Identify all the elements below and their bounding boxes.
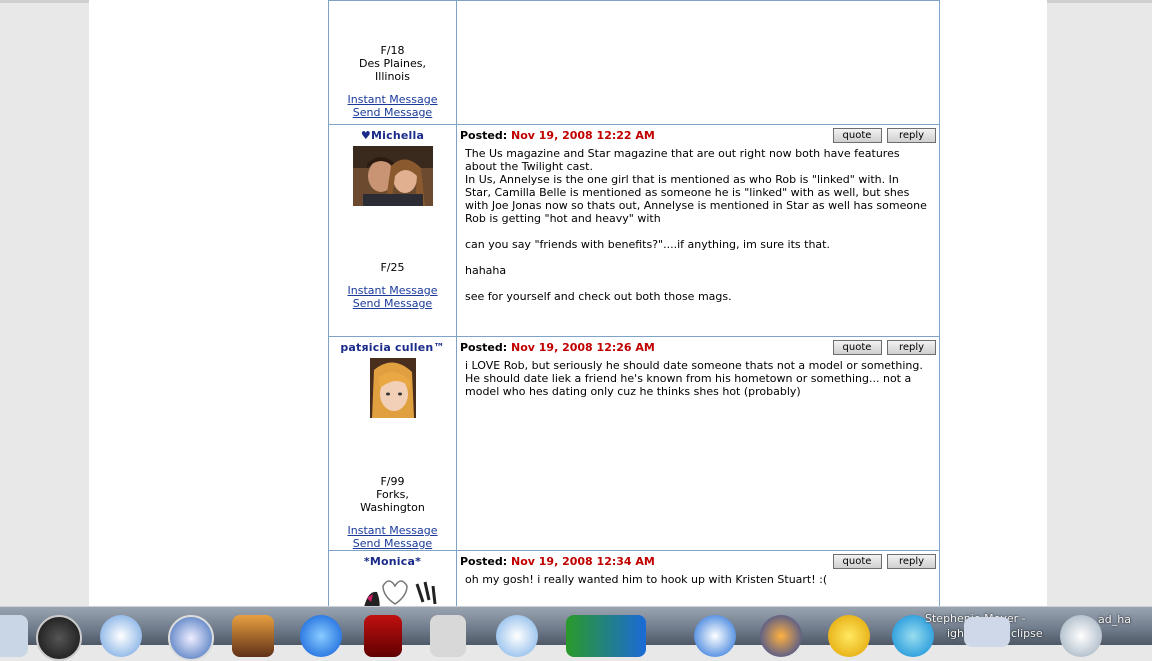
posts-table: F/18 Des Plaines, Illinois Instant Messa… — [328, 0, 940, 606]
dashboard-icon[interactable] — [36, 615, 82, 661]
avatar[interactable] — [342, 572, 443, 606]
post-user-cell: F/18 Des Plaines, Illinois Instant Messa… — [328, 0, 457, 125]
user-location: Forks, — [376, 488, 409, 501]
quote-button[interactable]: quote — [832, 340, 882, 355]
mail-icon[interactable] — [496, 615, 538, 657]
post-row: *Monica* Posted: Nov 19, 2008 12:34 AM q… — [328, 550, 940, 606]
post-user-cell: patяicia cullen™ F/99 Forks, Washington … — [328, 336, 457, 551]
user-gender-age: F/99 — [380, 475, 405, 488]
username[interactable]: patяicia cullen™ — [329, 341, 456, 354]
username[interactable]: *Monica* — [329, 555, 456, 568]
itunes-icon[interactable] — [100, 615, 142, 657]
movie-icon[interactable] — [364, 615, 402, 657]
posted-label: Posted: — [460, 129, 508, 142]
forum-thread: F/18 Des Plaines, Illinois Instant Messa… — [328, 0, 940, 606]
post-date: Nov 19, 2008 12:26 AM — [511, 341, 655, 354]
instant-message-link[interactable]: Instant Message — [329, 524, 456, 537]
post-user-cell: ♥Michella F/25 Instant Message Send Mess… — [328, 124, 457, 337]
post-message-cell: Posted: Nov 19, 2008 12:22 AM quote repl… — [456, 124, 940, 337]
dock-window-label[interactable]: ad_ha — [1098, 613, 1131, 626]
user-meta: F/99 Forks, Washington — [329, 475, 456, 514]
ichat-icon[interactable] — [300, 615, 342, 657]
send-message-link[interactable]: Send Message — [329, 106, 456, 119]
reply-button[interactable]: reply — [887, 340, 936, 355]
dock: Stephenie Meyer - ight clipse ad_ha — [0, 606, 1152, 661]
reply-button[interactable]: reply — [887, 554, 936, 569]
username[interactable]: ♥Michella — [329, 129, 456, 142]
post-message-cell — [456, 0, 940, 125]
post-header: Posted: Nov 19, 2008 12:34 AM quote repl… — [457, 554, 939, 570]
mail-at-icon[interactable] — [1060, 615, 1102, 657]
limewire-icon[interactable] — [566, 615, 646, 657]
post-date: Nov 19, 2008 12:34 AM — [511, 555, 655, 568]
post-message-cell: Posted: Nov 19, 2008 12:34 AM quote repl… — [456, 550, 940, 606]
post-row: F/18 Des Plaines, Illinois Instant Messa… — [328, 0, 940, 125]
dock-window-label[interactable]: clipse — [1011, 627, 1043, 640]
post-row: ♥Michella F/25 Instant Message Send Mess… — [328, 124, 940, 337]
posted-label: Posted: — [460, 555, 508, 568]
photo-icon[interactable] — [232, 615, 274, 657]
quote-button[interactable]: quote — [832, 128, 882, 143]
user-location: Des Plaines, — [359, 57, 426, 70]
post-row: patяicia cullen™ F/99 Forks, Washington … — [328, 336, 940, 551]
user-location: Washington — [360, 501, 425, 514]
instant-message-link[interactable]: Instant Message — [329, 93, 456, 106]
safari-icon[interactable] — [168, 615, 214, 661]
quote-button[interactable]: quote — [832, 554, 882, 569]
posted-line: Posted: Nov 19, 2008 12:22 AM — [460, 129, 655, 142]
post-body: The Us magazine and Star magazine that a… — [465, 147, 927, 303]
posted-line: Posted: Nov 19, 2008 12:26 AM — [460, 341, 655, 354]
user-location: Illinois — [375, 70, 410, 83]
posted-label: Posted: — [460, 341, 508, 354]
instant-message-link[interactable]: Instant Message — [329, 284, 456, 297]
post-user-cell: *Monica* — [328, 550, 457, 606]
post-actions: quote reply — [831, 340, 936, 355]
post-actions: quote reply — [831, 128, 936, 143]
post-actions: quote reply — [831, 554, 936, 569]
finder-icon[interactable] — [0, 615, 28, 657]
firefox-icon[interactable] — [760, 615, 802, 657]
user-gender-age: F/25 — [380, 261, 405, 274]
post-body: i LOVE Rob, but seriously he should date… — [465, 359, 927, 398]
post-message-cell: Posted: Nov 19, 2008 12:26 AM quote repl… — [456, 336, 940, 551]
avatar[interactable] — [369, 358, 416, 418]
app-icon[interactable] — [694, 615, 736, 657]
system-preferences-icon[interactable] — [430, 615, 466, 657]
window-thumbnail-icon[interactable] — [964, 617, 1010, 647]
reply-button[interactable]: reply — [887, 128, 936, 143]
user-meta: F/25 — [329, 261, 456, 274]
post-header: Posted: Nov 19, 2008 12:22 AM quote repl… — [457, 128, 939, 144]
posted-line: Posted: Nov 19, 2008 12:34 AM — [460, 555, 655, 568]
post-date: Nov 19, 2008 12:22 AM — [511, 129, 655, 142]
send-message-link[interactable]: Send Message — [329, 297, 456, 310]
user-meta: F/18 Des Plaines, Illinois — [329, 44, 456, 83]
send-message-link[interactable]: Send Message — [329, 537, 456, 550]
post-header: Posted: Nov 19, 2008 12:26 AM quote repl… — [457, 340, 939, 356]
user-gender-age: F/18 — [380, 44, 405, 57]
post-body: oh my gosh! i really wanted him to hook … — [465, 573, 828, 586]
avatar[interactable] — [352, 146, 433, 206]
yahoo-messenger-icon[interactable] — [828, 615, 870, 657]
